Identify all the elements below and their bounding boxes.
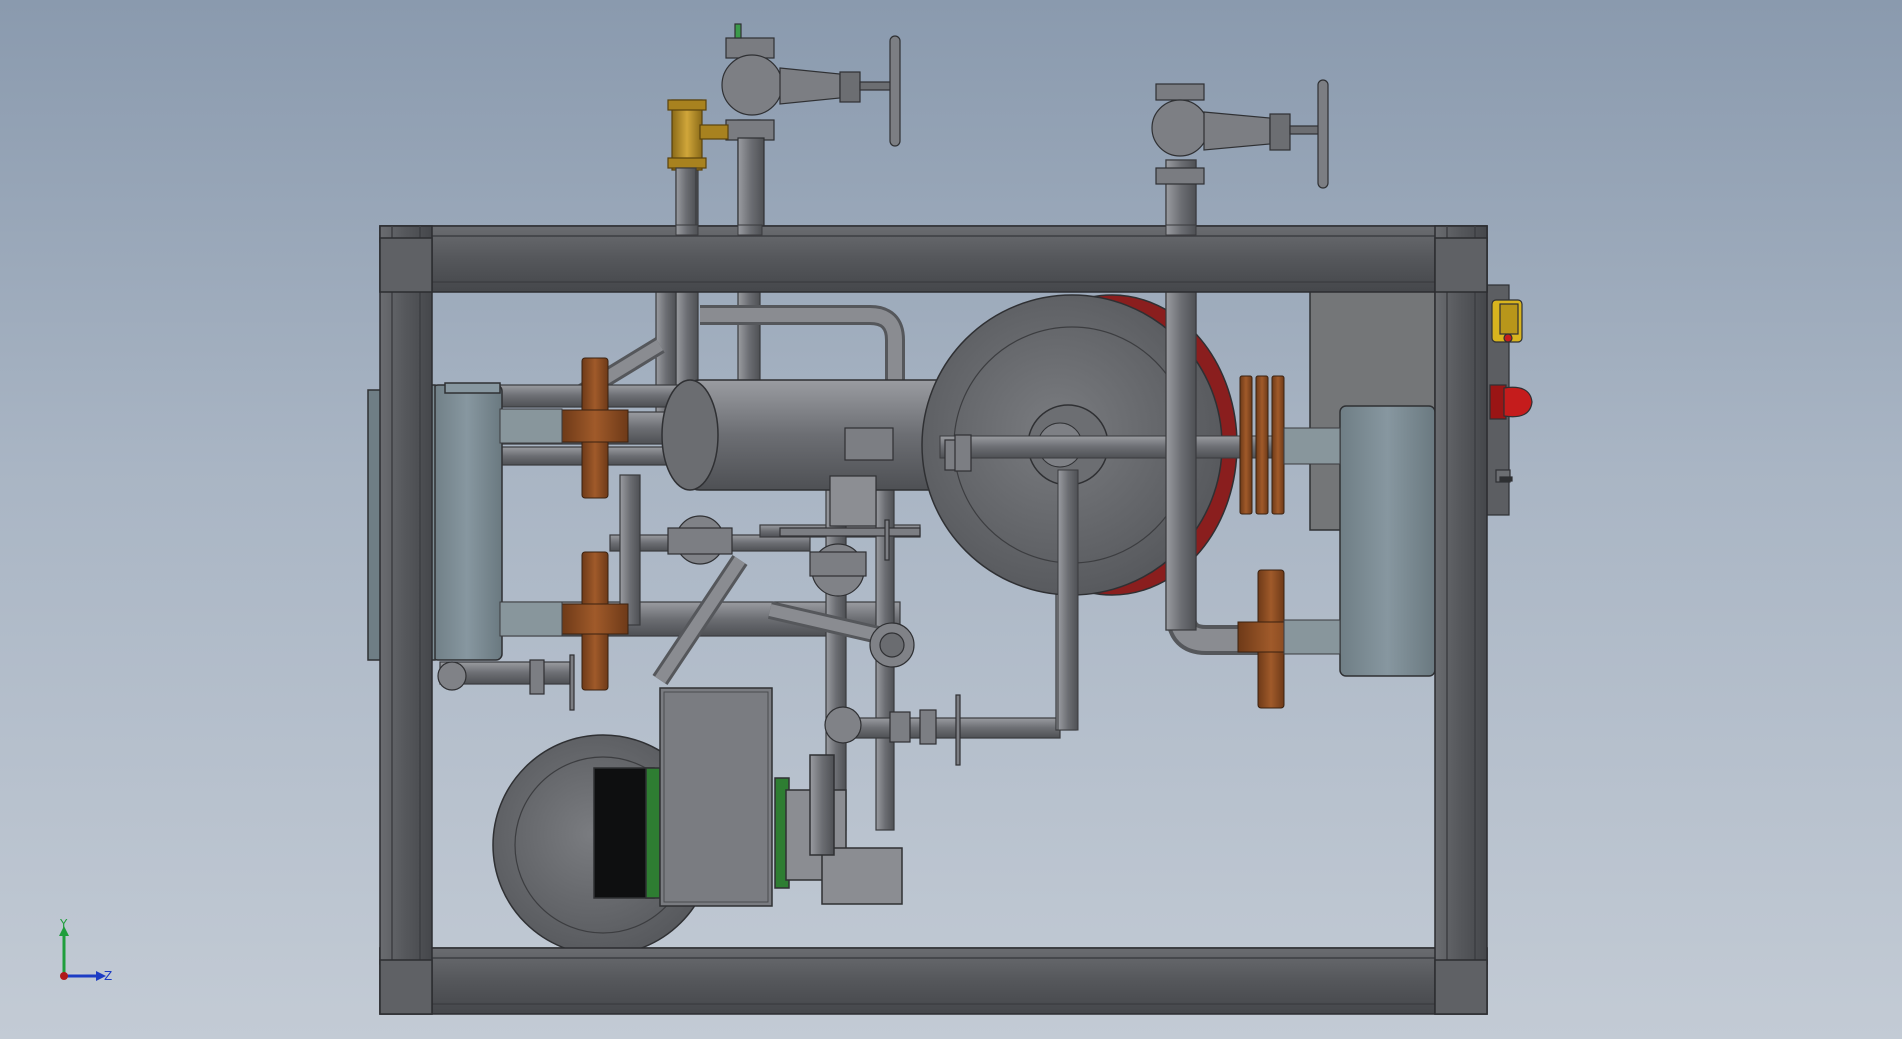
triad-z-label: Z xyxy=(104,969,113,983)
control-panel[interactable] xyxy=(1486,284,1533,516)
top-globe-valve-left[interactable] xyxy=(721,23,901,234)
horizontal-vessel[interactable] xyxy=(661,379,961,491)
top-globe-valve-right[interactable] xyxy=(1151,79,1329,189)
right-heat-exchanger[interactable] xyxy=(1309,289,1436,677)
triad-y-label: Y xyxy=(60,917,68,931)
graphics-viewport[interactable]: Y Z xyxy=(0,0,1902,1039)
coordinate-triad[interactable]: Y Z xyxy=(48,918,128,988)
cad-model-view[interactable] xyxy=(0,0,1902,1039)
